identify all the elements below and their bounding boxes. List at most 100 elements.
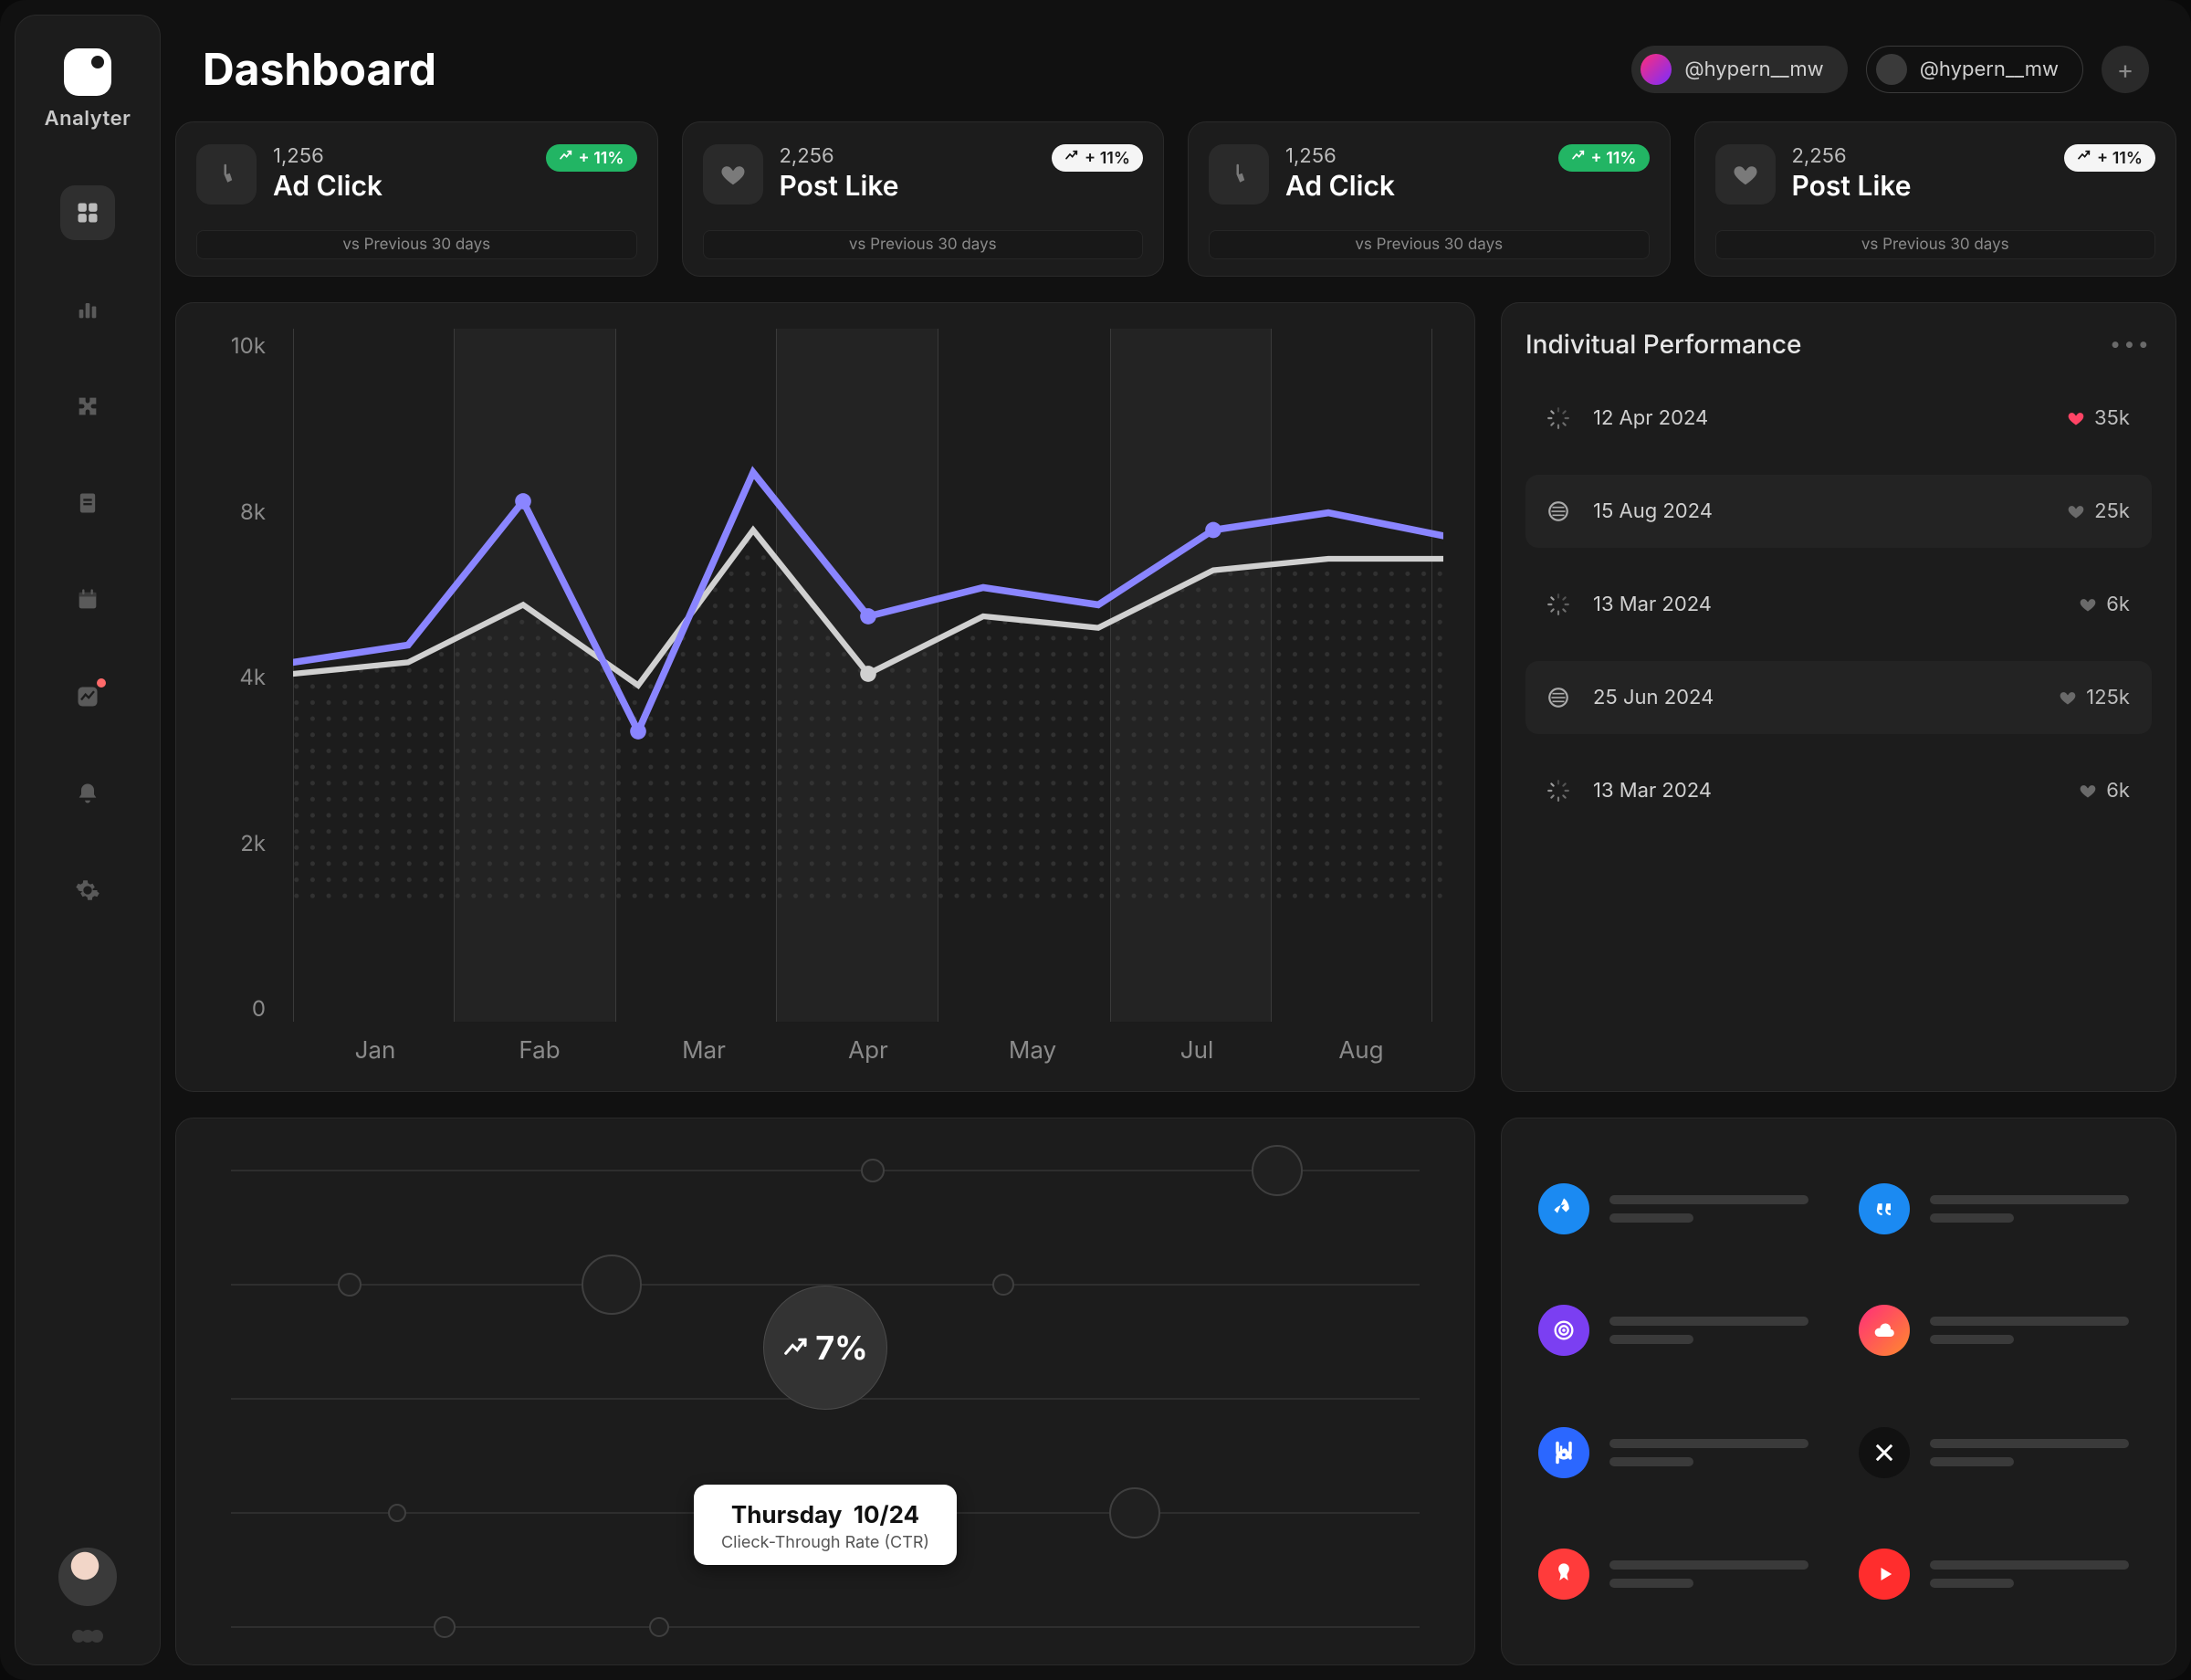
chip-label: @hypern__mw <box>1684 58 1823 81</box>
brand-logo[interactable] <box>64 48 111 96</box>
individual-title: Indivitual Performance <box>1525 329 1802 360</box>
trend-up-icon <box>559 149 573 168</box>
performance-row[interactable]: 25 Jun 2024 125k <box>1525 661 2152 734</box>
performance-metric: 35k <box>2067 406 2130 430</box>
nav-audience[interactable] <box>60 379 115 434</box>
stat-caption: vs Previous 30 days <box>1715 230 2156 259</box>
stat-value: 1,256 <box>273 144 383 168</box>
more-button[interactable]: ••• <box>2110 332 2152 356</box>
change-value: + 11% <box>1085 149 1130 168</box>
stat-caption: vs Previous 30 days <box>703 230 1144 259</box>
main: Dashboard @hypern__mw @hypern__mw + <box>175 15 2176 1665</box>
heart-icon <box>2079 595 2097 614</box>
stats-row: 1,256 Ad Click + 11% vs Previous 30 days… <box>175 121 2176 277</box>
heart-icon <box>2067 502 2085 520</box>
social-placeholder <box>1609 1560 1819 1588</box>
performance-metric: 6k <box>2079 779 2130 803</box>
change-pill: + 11% <box>546 144 637 172</box>
row-bottom: 7% Thursday 10/24 Clieck-Through Rate (C… <box>175 1118 2176 1665</box>
target-icon <box>1538 1305 1589 1356</box>
timeline-bead[interactable] <box>649 1617 669 1637</box>
add-account-button[interactable]: + <box>2102 46 2149 93</box>
timeline-bead[interactable] <box>861 1159 885 1182</box>
row-chart-perf: 10k8k4k2k0 JanFabM <box>175 302 2176 1092</box>
social-placeholder <box>1930 1439 2139 1466</box>
change-value: + 11% <box>579 149 624 168</box>
performance-metric: 125k <box>2059 686 2130 709</box>
change-pill: + 11% <box>1052 144 1143 172</box>
social-target[interactable] <box>1538 1292 1819 1370</box>
stat-card[interactable]: 2,256 Post Like + 11% vs Previous 30 day… <box>1694 121 2177 277</box>
avatar-icon <box>1876 54 1907 85</box>
timeline-bead[interactable] <box>1252 1145 1303 1196</box>
chart-y-axis: 10k8k4k2k0 <box>213 329 266 1073</box>
stat-card[interactable]: 1,256 Ad Click + 11% vs Previous 30 days <box>1188 121 1671 277</box>
change-value: + 11% <box>1591 149 1637 168</box>
change-pill: + 11% <box>1558 144 1650 172</box>
stat-card[interactable]: 2,256 Post Like + 11% vs Previous 30 day… <box>682 121 1165 277</box>
cloud-icon <box>1859 1305 1910 1356</box>
trend-icon <box>75 684 100 709</box>
chart-x-axis: JanFabMarAprMayJulAug <box>293 1036 1443 1073</box>
social-placeholder <box>1930 1317 2139 1344</box>
ctr-bubble[interactable]: 7% <box>763 1286 887 1410</box>
stat-caption: vs Previous 30 days <box>1209 230 1650 259</box>
social-hashtag[interactable]: h <box>1538 1413 1819 1492</box>
social-platforms-card: h <box>1501 1118 2176 1665</box>
timeline-bead[interactable] <box>1109 1487 1160 1538</box>
timeline-bead[interactable] <box>582 1255 642 1315</box>
heart-icon <box>1715 144 1776 205</box>
change-value: + 11% <box>2097 149 2143 168</box>
heart-icon <box>2059 688 2077 707</box>
notification-dot-icon <box>97 678 106 688</box>
nav-alerts[interactable] <box>60 766 115 821</box>
nav-dashboard[interactable] <box>60 185 115 240</box>
stat-label: Post Like <box>1792 170 1912 203</box>
svg-text:h: h <box>1559 1442 1568 1460</box>
avatar-icon <box>1641 54 1672 85</box>
puzzle-icon <box>75 394 100 419</box>
account-chip-secondary[interactable]: @hypern__mw <box>1866 46 2083 93</box>
nav-settings[interactable] <box>60 863 115 918</box>
stat-card[interactable]: 1,256 Ad Click + 11% vs Previous 30 days <box>175 121 658 277</box>
timeline-bead[interactable] <box>388 1504 406 1522</box>
nav-content[interactable] <box>60 476 115 530</box>
social-x[interactable] <box>1859 1413 2139 1492</box>
x-icon <box>1859 1427 1910 1478</box>
performance-row[interactable]: 12 Apr 2024 35k <box>1525 382 2152 455</box>
rocket-icon <box>1538 1183 1589 1234</box>
social-rocket[interactable] <box>1538 1170 1819 1248</box>
performance-row[interactable]: 15 Aug 2024 25k <box>1525 475 2152 548</box>
nav-trends[interactable] <box>60 669 115 724</box>
social-placeholder <box>1609 1439 1819 1466</box>
social-cloud[interactable] <box>1859 1292 2139 1370</box>
trend-up-icon <box>782 1334 810 1361</box>
individual-list: 12 Apr 2024 35k 15 Aug 2024 25k 13 Mar 2… <box>1525 382 2152 827</box>
social-quote[interactable] <box>1859 1170 2139 1248</box>
social-pin[interactable] <box>1538 1536 1819 1614</box>
nav-analytics[interactable] <box>60 282 115 337</box>
trend-up-icon <box>2077 149 2091 168</box>
timeline-bead[interactable] <box>992 1274 1014 1296</box>
performance-row[interactable]: 13 Mar 2024 6k <box>1525 568 2152 641</box>
timeline-bead[interactable] <box>434 1616 456 1638</box>
ctr-timeline-card: 7% Thursday 10/24 Clieck-Through Rate (C… <box>175 1118 1475 1665</box>
performance-row[interactable]: 13 Mar 2024 6k <box>1525 754 2152 827</box>
heart-icon <box>2079 782 2097 800</box>
ctr-tooltip: Thursday 10/24 Clieck-Through Rate (CTR) <box>694 1485 957 1565</box>
hashtag-icon: h <box>1538 1427 1589 1478</box>
stat-value: 2,256 <box>1792 144 1912 168</box>
stat-label: Ad Click <box>273 170 383 203</box>
loading-icon <box>1544 404 1573 433</box>
chip-label: @hypern__mw <box>1920 58 2059 81</box>
bar-chart-icon <box>75 297 100 322</box>
social-play[interactable] <box>1859 1536 2139 1614</box>
account-chip-primary[interactable]: @hypern__mw <box>1631 46 1847 93</box>
timeline-bead[interactable] <box>338 1273 362 1297</box>
nav-calendar[interactable] <box>60 572 115 627</box>
user-avatar[interactable] <box>58 1548 117 1606</box>
stat-value: 1,256 <box>1285 144 1395 168</box>
chart-plot[interactable]: JanFabMarAprMayJulAug <box>293 329 1443 1073</box>
click-icon <box>196 144 257 205</box>
quote-icon <box>1859 1183 1910 1234</box>
